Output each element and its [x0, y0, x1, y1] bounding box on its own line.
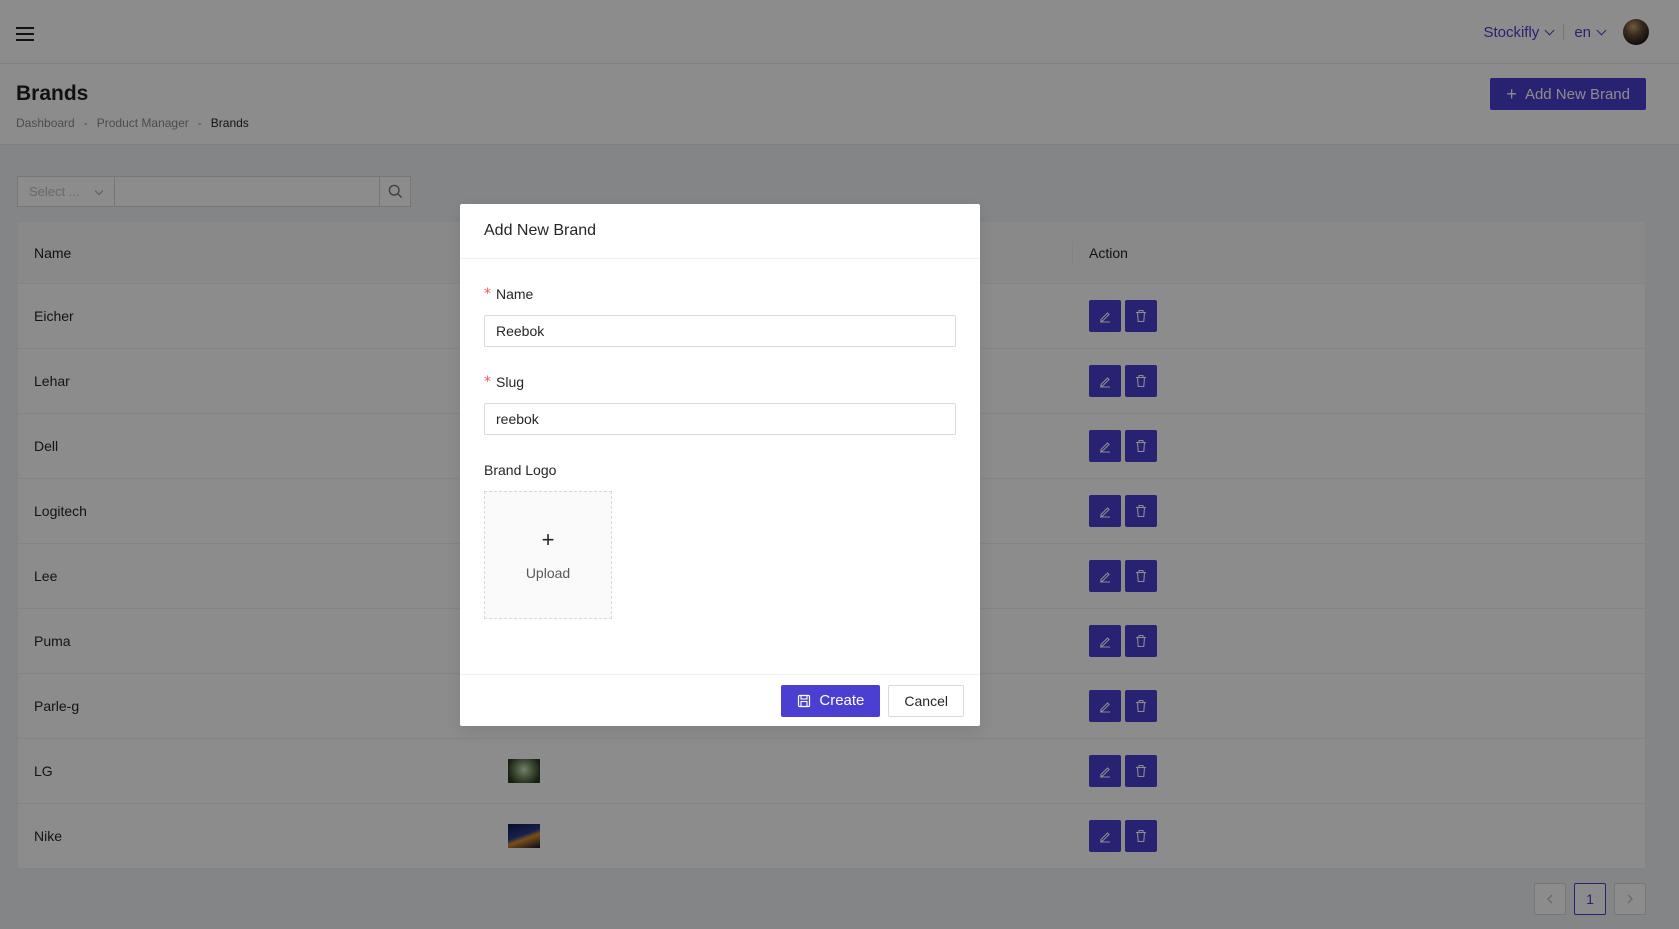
required-icon: *: [484, 374, 491, 390]
save-icon: [798, 694, 811, 707]
slug-input[interactable]: reebok: [484, 403, 956, 435]
required-icon: *: [484, 286, 491, 302]
plus-icon: +: [541, 527, 555, 552]
logo-upload-button[interactable]: + Upload: [484, 491, 612, 619]
modal-footer: Create Cancel: [460, 674, 980, 726]
add-brand-modal: Add New Brand * Name Reebok * Slug reebo…: [460, 204, 980, 726]
modal-title: Add New Brand: [460, 204, 980, 259]
name-label-row: * Name: [484, 283, 956, 305]
upload-label: Upload: [525, 565, 571, 581]
cancel-button[interactable]: Cancel: [888, 684, 964, 717]
name-input[interactable]: Reebok: [484, 315, 956, 347]
slug-label: Slug: [496, 374, 525, 390]
modal-body: * Name Reebok * Slug reebok Brand Logo +…: [460, 259, 980, 678]
brand-logo-label: Brand Logo: [484, 462, 557, 478]
slug-label-row: * Slug: [484, 371, 956, 393]
create-label: Create: [819, 692, 865, 709]
name-label: Name: [496, 286, 534, 302]
create-button[interactable]: Create: [781, 684, 881, 717]
